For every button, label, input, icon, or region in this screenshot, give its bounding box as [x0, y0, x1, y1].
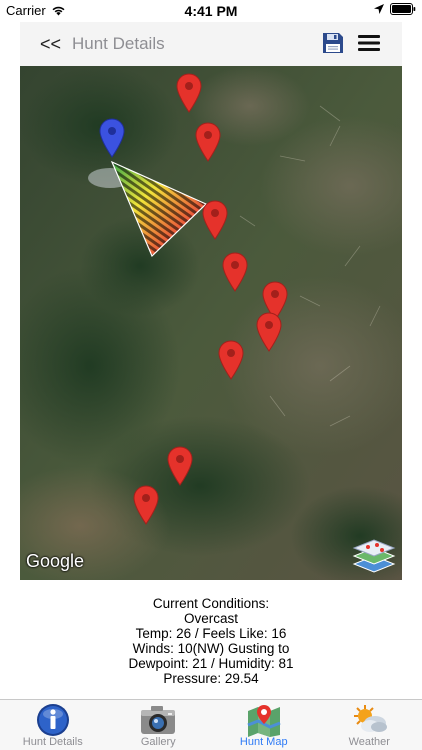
location-pin-red[interactable] — [202, 200, 228, 240]
location-pin-red[interactable] — [133, 485, 159, 525]
tab-bar: Hunt Details Gallery Hunt Map Weather — [0, 699, 422, 750]
tab-hunt-map[interactable]: Hunt Map — [211, 700, 317, 750]
status-bar: Carrier 4:41 PM — [0, 0, 422, 22]
current-conditions: Current Conditions: Overcast Temp: 26 / … — [0, 596, 422, 686]
back-button[interactable]: << — [40, 34, 61, 55]
tab-label: Hunt Details — [22, 736, 83, 748]
tab-label: Weather — [348, 736, 390, 748]
tab-hunt-details[interactable]: Hunt Details — [0, 700, 106, 750]
map-layers-icon[interactable] — [350, 538, 398, 574]
location-pin-red[interactable] — [195, 122, 221, 162]
map-icon — [247, 705, 281, 737]
conditions-temp: Temp: 26 / Feels Like: 16 — [135, 626, 287, 641]
conditions-pressure: Pressure: 29.54 — [163, 671, 259, 686]
location-pin-blue[interactable] — [99, 118, 125, 158]
location-pin-red[interactable] — [256, 312, 282, 352]
conditions-dewpoint: Dewpoint: 21 / Humidity: 81 — [128, 656, 294, 671]
tab-label: Hunt Map — [239, 736, 288, 748]
floppy-disk-icon[interactable] — [322, 32, 344, 54]
camera-icon — [141, 706, 176, 734]
location-pin-red[interactable] — [176, 73, 202, 113]
tab-label: Gallery — [140, 736, 176, 748]
conditions-winds: Winds: 10(NW) Gusting to — [132, 641, 290, 656]
status-indicators — [374, 3, 416, 15]
location-arrow-icon — [374, 4, 384, 14]
tab-weather[interactable]: Weather — [317, 700, 422, 750]
satellite-map[interactable]: Google — [20, 66, 402, 580]
location-pin-red[interactable] — [218, 340, 244, 380]
conditions-sky: Overcast — [183, 611, 238, 626]
conditions-heading: Current Conditions: — [152, 596, 270, 611]
navigation-bar: << Hunt Details — [20, 22, 402, 66]
page-title: Hunt Details — [72, 34, 165, 53]
info-icon — [36, 704, 69, 736]
battery-icon — [390, 3, 416, 15]
weather-icon — [354, 705, 388, 732]
google-attribution: Google — [26, 551, 85, 571]
hamburger-menu-icon[interactable] — [358, 34, 380, 52]
status-time: 4:41 PM — [184, 3, 238, 19]
location-pin-red[interactable] — [222, 252, 248, 292]
tab-gallery[interactable]: Gallery — [106, 700, 212, 750]
location-pin-red[interactable] — [167, 446, 193, 486]
